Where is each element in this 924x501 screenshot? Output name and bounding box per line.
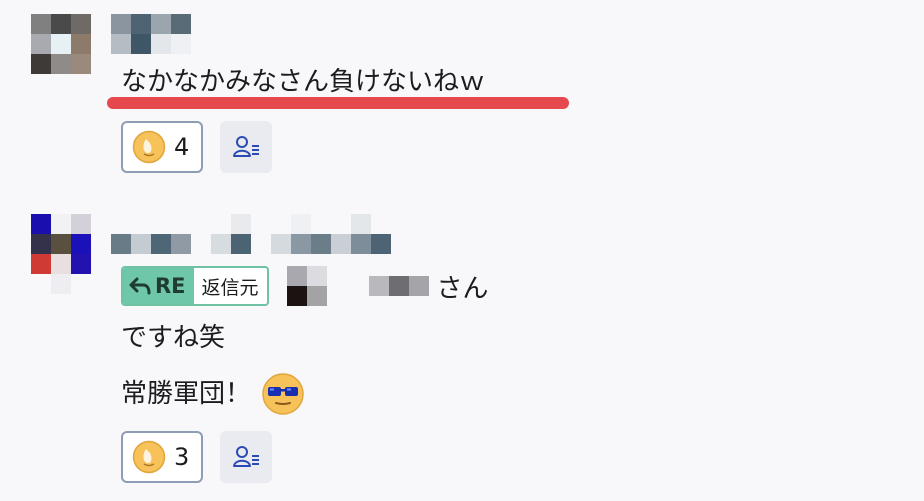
reactions-bar: 4 <box>121 121 273 173</box>
reaction-pill[interactable]: 3 <box>121 431 204 483</box>
message-text: なかなかみなさん負けないねｗ <box>121 67 486 97</box>
reply-re-label: RE <box>123 268 194 304</box>
sweat-smile-emoji-icon <box>132 440 166 474</box>
reply-target-name <box>368 276 429 296</box>
reaction-pill[interactable]: 4 <box>121 121 204 173</box>
sender-name-part-2[interactable] <box>211 214 251 254</box>
reaction-count: 3 <box>174 443 190 471</box>
message-text-line-1: ですね笑 <box>121 323 226 353</box>
reply-source-badge[interactable]: RE 返信元 <box>121 266 269 306</box>
reactors-list-button[interactable] <box>220 431 273 483</box>
highlight-underline <box>107 97 569 109</box>
sweat-smile-emoji-icon <box>132 130 166 164</box>
users-list-icon <box>233 446 260 467</box>
users-list-icon <box>233 136 260 157</box>
sender-name-part-3[interactable] <box>271 214 391 254</box>
reply-row: RE 返信元 さん <box>121 266 489 306</box>
sunglasses-emoji-icon <box>262 373 304 415</box>
reactions-bar: 3 <box>121 431 273 483</box>
reply-avatar <box>286 266 327 306</box>
reactors-list-button[interactable] <box>220 121 273 173</box>
reply-honorific: さん <box>436 273 489 304</box>
message-text-line-2: 常勝軍団！ <box>121 372 305 416</box>
reply-source-label: 返信元 <box>201 276 259 299</box>
reply-arrow-icon <box>129 277 151 295</box>
message-1: なかなかみなさん負けないねｗ 4 <box>0 0 924 190</box>
avatar[interactable] <box>31 14 91 74</box>
avatar[interactable] <box>31 214 91 294</box>
message-2: RE 返信元 さん ですね笑 常勝軍団！ 3 <box>0 200 924 501</box>
reaction-count: 4 <box>174 133 190 161</box>
sender-name-part-1[interactable] <box>111 214 191 254</box>
sender-name[interactable] <box>111 14 211 54</box>
